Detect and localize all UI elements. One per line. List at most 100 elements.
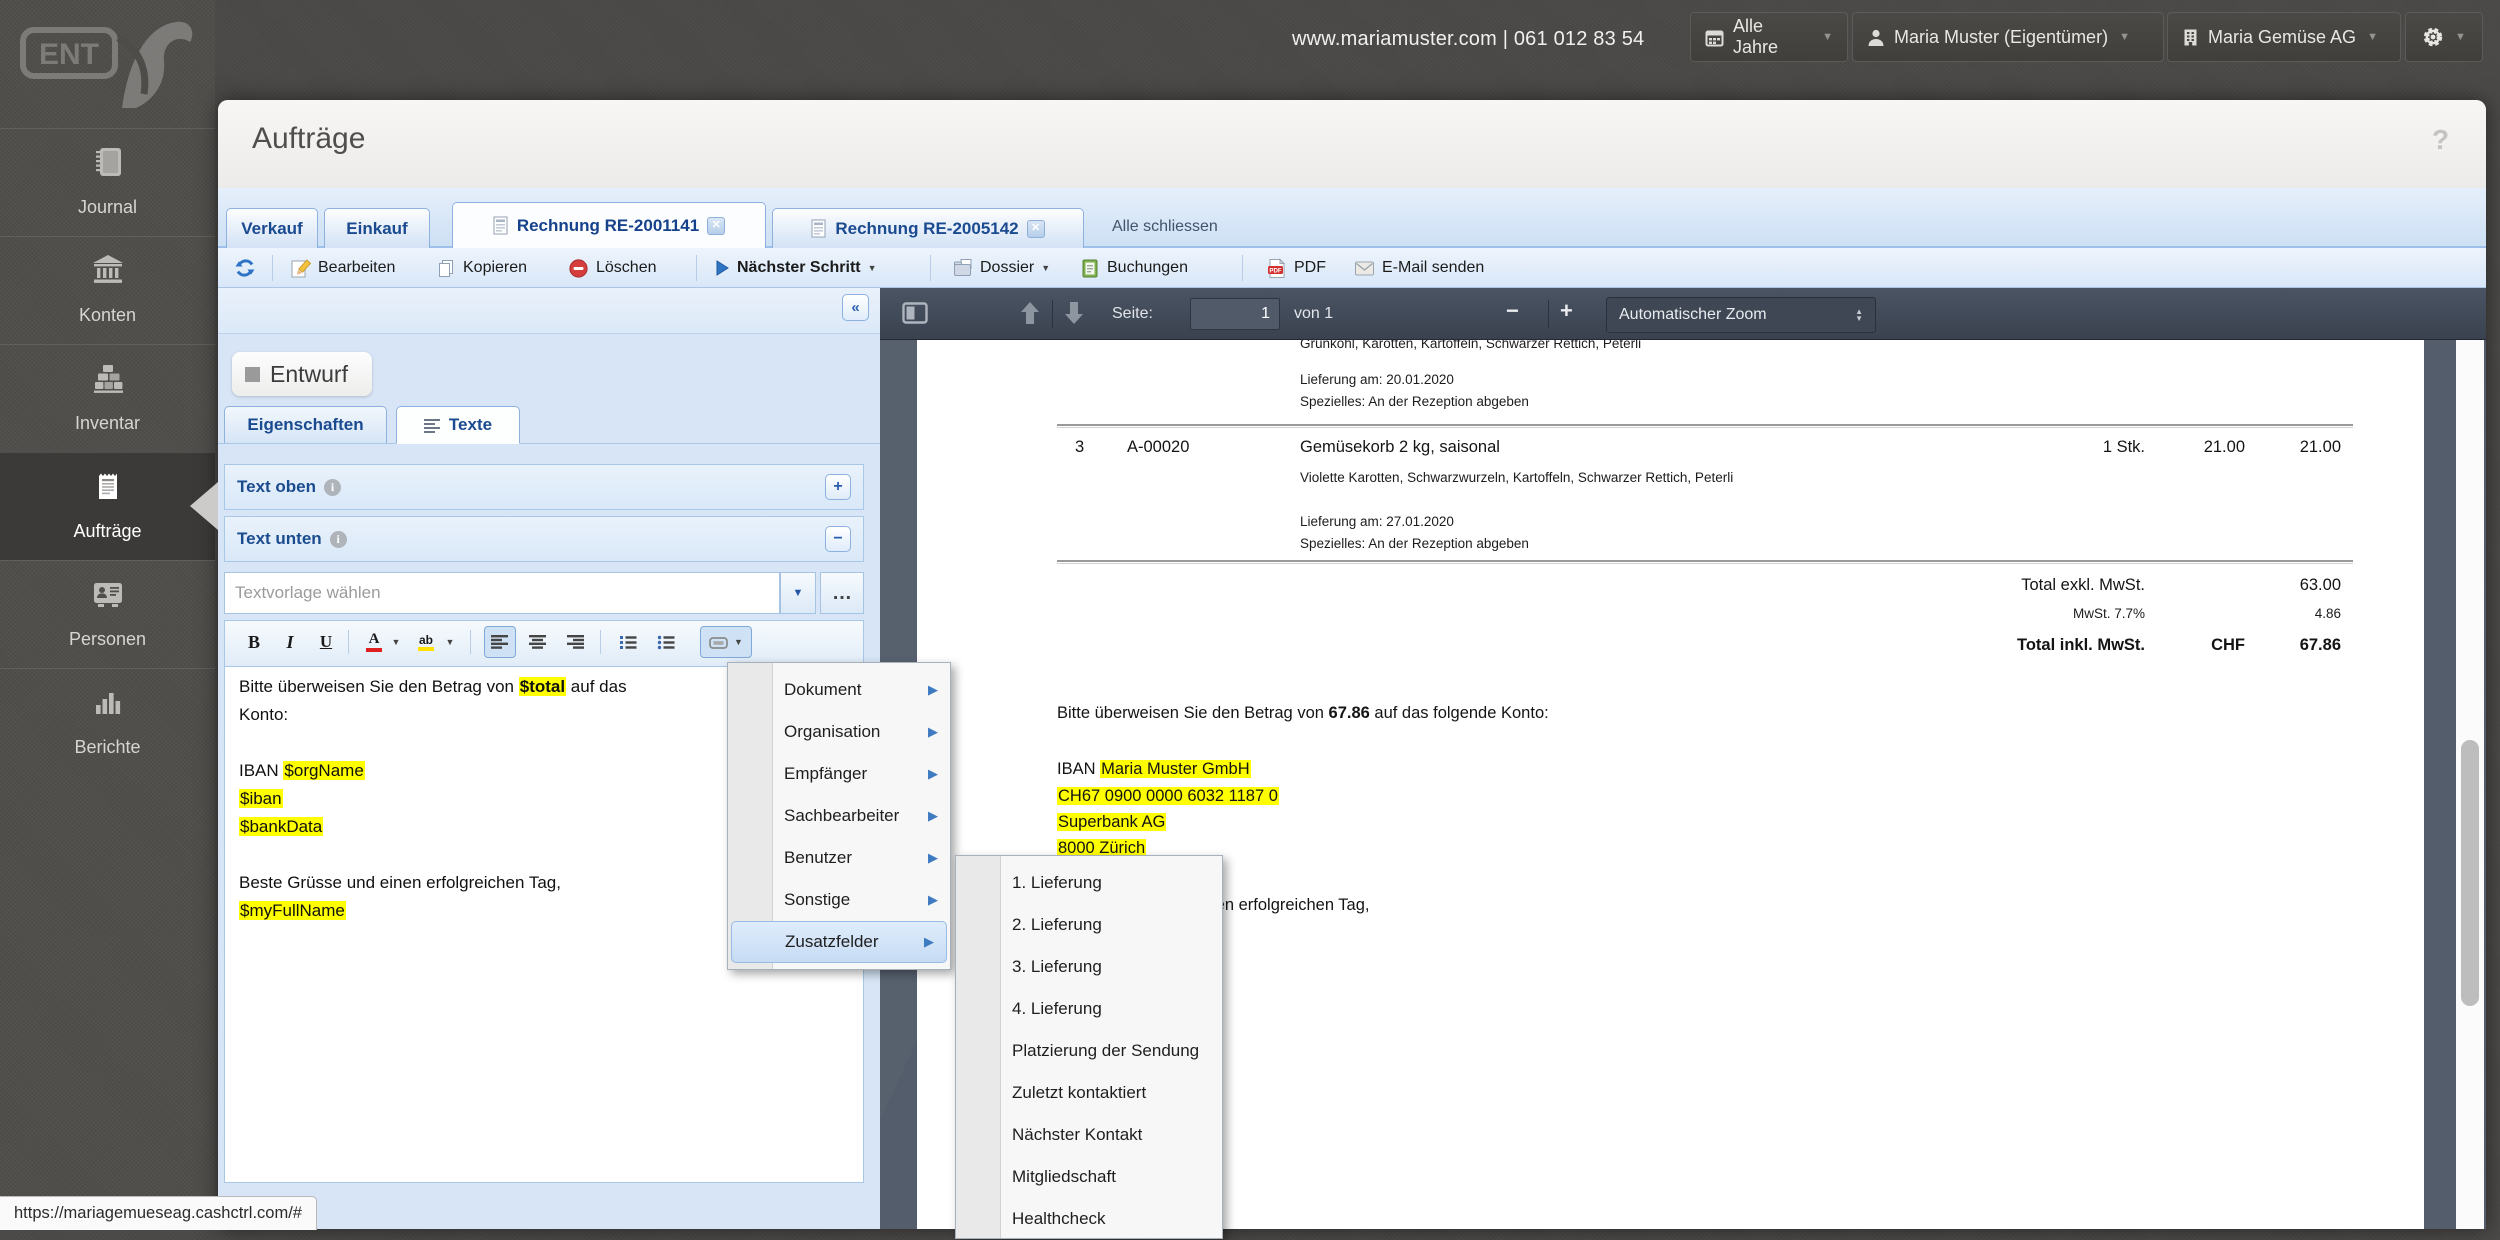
font-color-caret[interactable]: ▼ (388, 626, 404, 658)
invoice-row-divider (1057, 560, 2353, 564)
submenu-item-healthcheck[interactable]: Healthcheck (956, 1198, 1222, 1240)
pdf-sidebar-toggle-icon[interactable] (902, 302, 928, 324)
template-more-button[interactable]: … (820, 572, 864, 614)
text-top-section[interactable]: Text oben i + (224, 464, 864, 510)
submenu-item-zuletzt-kontaktiert[interactable]: Zuletzt kontaktiert (956, 1072, 1222, 1114)
total-incl-label: Total inkl. MwSt. (2017, 636, 2145, 655)
insert-variable-button[interactable]: ▼ (700, 626, 752, 658)
tab-texte[interactable]: Texte (396, 406, 520, 444)
menu-item-benutzer[interactable]: Benutzer▶ (728, 837, 950, 879)
highlight-caret[interactable]: ▼ (442, 626, 458, 658)
menu-item-label: 1. Lieferung (1012, 873, 1102, 893)
sidebar-item-personen[interactable]: Personen (0, 560, 215, 668)
delete-button[interactable]: Löschen (564, 251, 661, 285)
text-bottom-section[interactable]: Text unten i − (224, 516, 864, 562)
sidebar-item-berichte[interactable]: Berichte (0, 668, 215, 776)
year-filter-button[interactable]: Alle Jahre ▼ (1690, 12, 1848, 62)
bookings-button[interactable]: Buchungen (1076, 251, 1192, 285)
link-url: https://mariagemueseag.cashctrl.com/# (14, 1204, 302, 1223)
submenu-item-2-lieferung[interactable]: 2. Lieferung (956, 904, 1222, 946)
collapse-panel-button[interactable]: « (842, 294, 869, 321)
expand-section-button[interactable]: + (825, 474, 851, 500)
highlight-button[interactable]: ab (410, 626, 442, 658)
calendar-icon (1705, 28, 1724, 47)
help-icon[interactable]: ? (2432, 124, 2449, 156)
page-number-input[interactable] (1190, 298, 1280, 330)
bar-chart-icon (0, 685, 215, 719)
dossier-button[interactable]: Dossier ▼ (948, 251, 1054, 285)
close-icon[interactable]: ✕ (707, 217, 725, 235)
bold-button[interactable]: B (238, 626, 270, 658)
receipt-icon (0, 469, 215, 503)
submenu-item-mitgliedschaft[interactable]: Mitgliedschaft (956, 1156, 1222, 1198)
menu-item-empfaenger[interactable]: Empfänger▶ (728, 753, 950, 795)
zoom-mode-select[interactable]: Automatischer Zoom ▲▼ (1606, 297, 1876, 333)
user-menu-button[interactable]: Maria Muster (Eigentümer) ▼ (1852, 12, 2164, 62)
settings-button[interactable]: ▼ (2405, 12, 2483, 62)
align-left-button[interactable] (484, 626, 516, 658)
refresh-button[interactable] (230, 251, 260, 285)
bullet-list-button[interactable] (650, 626, 682, 658)
submenu-item-3-lieferung[interactable]: 3. Lieferung (956, 946, 1222, 988)
submenu-item-4-lieferung[interactable]: 4. Lieferung (956, 988, 1222, 1030)
copy-button[interactable]: Kopieren (432, 251, 531, 285)
svg-text:PDF: PDF (1269, 267, 1282, 274)
iban-number-line: CH67 0900 0000 6032 1187 0 (1057, 787, 1279, 806)
submenu-item-1-lieferung[interactable]: 1. Lieferung (956, 862, 1222, 904)
gear-icon (2422, 26, 2444, 48)
align-right-button[interactable] (560, 626, 592, 658)
sidebar-item-label: Personen (0, 629, 215, 650)
tab-eigenschaften[interactable]: Eigenschaften (224, 406, 387, 444)
tab-einkauf[interactable]: Einkauf (324, 208, 430, 248)
collapse-section-button[interactable]: − (825, 526, 851, 552)
vat-value: 4.86 (2315, 606, 2341, 621)
edit-button[interactable]: Bearbeiten (286, 251, 399, 285)
italic-button[interactable]: I (274, 626, 306, 658)
zoom-out-button[interactable]: − (1506, 298, 1519, 324)
close-icon[interactable]: ✕ (1027, 220, 1045, 238)
menu-item-sonstige[interactable]: Sonstige▶ (728, 879, 950, 921)
tab-rechnung-re-2001141[interactable]: Rechnung RE-2001141 ✕ (452, 202, 766, 248)
menu-item-label: Dokument (784, 680, 861, 700)
invoice-item-description: Violette Karotten, Schwarzwurzeln, Karto… (1300, 470, 1733, 485)
next-page-icon[interactable] (1062, 300, 1086, 326)
menu-item-label: Sonstige (784, 890, 850, 910)
boxes-icon (0, 361, 215, 395)
zoom-in-button[interactable]: + (1560, 298, 1573, 324)
ordered-list-button[interactable] (612, 626, 644, 658)
previous-page-icon[interactable] (1018, 300, 1042, 326)
menu-item-sachbearbeiter[interactable]: Sachbearbeiter▶ (728, 795, 950, 837)
sidebar-item-inventar[interactable]: Inventar (0, 344, 215, 452)
submenu-arrow-icon: ▶ (928, 808, 938, 824)
menu-item-organisation[interactable]: Organisation▶ (728, 711, 950, 753)
send-email-button[interactable]: E-Mail senden (1350, 251, 1488, 285)
align-center-button[interactable] (522, 626, 554, 658)
template-dropdown-button[interactable]: ▼ (780, 572, 816, 614)
invoice-row-name: Gemüsekorb 2 kg, saisonal (1300, 438, 1500, 457)
page-label: Seite: (1112, 305, 1153, 323)
menu-item-label: Nächster Kontakt (1012, 1125, 1142, 1145)
pdf-button[interactable]: PDF PDF (1262, 251, 1330, 285)
pdf-scrollbar-thumb[interactable] (2461, 740, 2479, 1006)
template-select-input[interactable] (224, 572, 780, 614)
close-all-tabs-link[interactable]: Alle schliessen (1112, 218, 1218, 236)
variable-chip: $iban (239, 789, 283, 808)
menu-item-dokument[interactable]: Dokument▶ (728, 669, 950, 711)
submenu-item-platzierung[interactable]: Platzierung der Sendung (956, 1030, 1222, 1072)
menu-item-zusatzfelder[interactable]: Zusatzfelder▶ (731, 921, 947, 963)
editor-toolbar-separator (470, 630, 471, 654)
svg-text:ENT: ENT (39, 38, 99, 71)
submenu-item-naechster-kontakt[interactable]: Nächster Kontakt (956, 1114, 1222, 1156)
sidebar-item-auftraege[interactable]: Aufträge (0, 452, 215, 560)
sidebar-item-journal[interactable]: Journal (0, 128, 215, 236)
next-step-button[interactable]: Nächster Schritt ▼ (710, 251, 881, 285)
sidebar-item-konten[interactable]: Konten (0, 236, 215, 344)
browser-link-preview: https://mariagemueseag.cashctrl.com/# (0, 1196, 317, 1230)
underline-button[interactable]: U (310, 626, 342, 658)
tab-verkauf[interactable]: Verkauf (226, 208, 318, 248)
font-color-button[interactable]: A (358, 626, 390, 658)
tab-rechnung-re-2005142[interactable]: Rechnung RE-2005142 ✕ (772, 208, 1084, 248)
ledger-icon (1080, 258, 1100, 279)
company-menu-button[interactable]: Maria Gemüse AG ▼ (2167, 12, 2401, 62)
submenu-arrow-icon: ▶ (928, 766, 938, 782)
